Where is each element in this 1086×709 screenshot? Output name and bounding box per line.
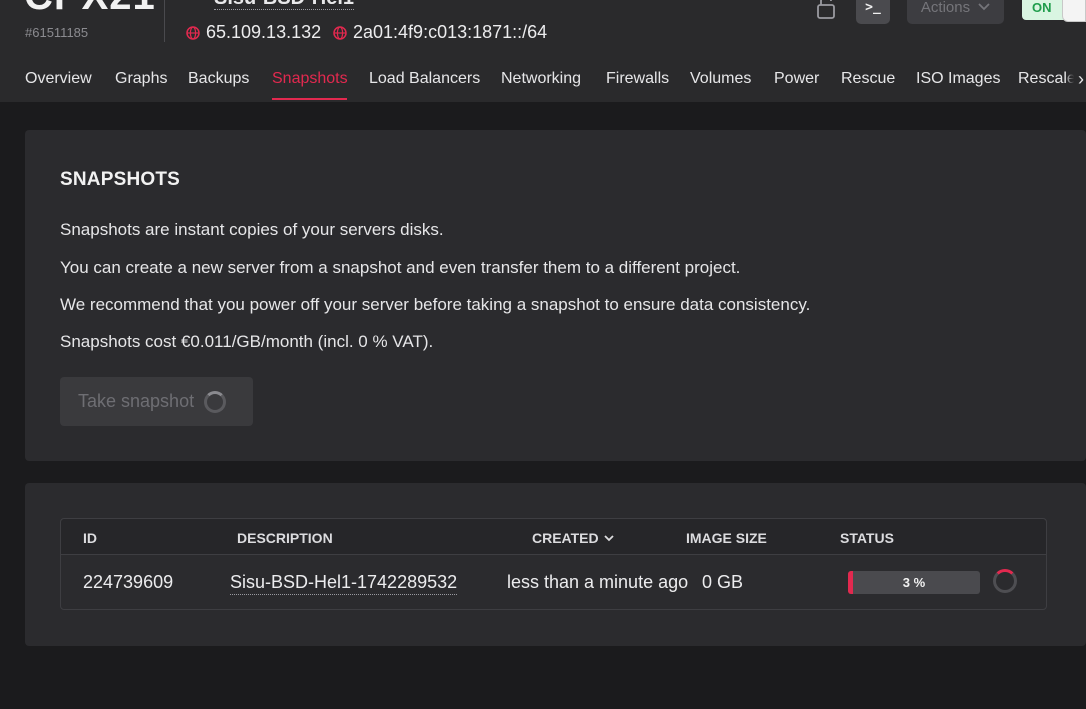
server-id: #61511185 [25,25,89,40]
snapshots-info-card: SNAPSHOTS Snapshots are instant copies o… [25,130,1086,461]
chevron-right-icon[interactable]: › [1066,69,1086,93]
header-divider [164,0,165,42]
info-text: Snapshots are instant copies of your ser… [60,220,444,239]
lock-icon[interactable] [815,0,837,20]
server-name: CPX21 [24,0,156,19]
snapshots-table: ID DESCRIPTION CREATED IMAGE SIZE STATUS… [60,518,1047,610]
column-header-created-label: CREATED [532,530,599,546]
snapshot-progress-bar: 3 % [848,571,980,594]
server-label[interactable]: Sisu-BSD-Hel1 [214,0,355,10]
tab-networking[interactable]: Networking [501,70,581,88]
chevron-down-icon [978,3,990,11]
tab-snapshots[interactable]: Snapshots [272,70,348,88]
snapshot-description[interactable]: Sisu-BSD-Hel1-1742289532 [230,572,458,595]
section-title: SNAPSHOTS [60,169,181,190]
ipv6-address[interactable]: 2a01:4f9:c013:1871::/64 [333,22,547,43]
loading-spinner-icon [204,390,227,413]
tab-iso-images[interactable]: ISO Images [916,70,1000,88]
tab-backups[interactable]: Backups [188,70,249,88]
snapshots-table-card: ID DESCRIPTION CREATED IMAGE SIZE STATUS… [25,483,1086,646]
toggle-knob [1062,0,1086,22]
globe-icon [333,25,347,40]
actions-button[interactable]: Actions [907,0,1004,24]
column-header-id: ID [83,530,97,546]
column-header-image-size: IMAGE SIZE [686,530,767,546]
column-header-status: STATUS [840,530,894,546]
snapshot-id: 224739609 [83,572,174,592]
ipv6-text: 2a01:4f9:c013:1871::/64 [353,22,548,42]
take-snapshot-button[interactable]: Take snapshot [60,377,253,426]
column-header-description: DESCRIPTION [237,530,333,546]
status-spinner-icon [993,569,1017,593]
console-button[interactable]: >_ [856,0,890,24]
snapshot-description-text: Sisu-BSD-Hel1-1742289532 [230,572,458,595]
take-snapshot-label: Take snapshot [78,391,195,411]
tab-graphs[interactable]: Graphs [115,70,167,88]
power-state-label: ON [1032,0,1052,15]
sort-chevron-down-icon [604,534,614,541]
power-toggle[interactable]: ON [1022,0,1086,22]
actions-label: Actions [920,0,971,16]
ipv4-text: 65.109.13.132 [206,22,322,42]
tab-power[interactable]: Power [774,70,819,88]
tab-load-balancers[interactable]: Load Balancers [369,70,480,88]
tab-volumes[interactable]: Volumes [690,70,751,88]
tab-rescue[interactable]: Rescue [841,70,895,88]
tab-overview[interactable]: Overview [25,70,92,88]
ipv4-address[interactable]: 65.109.13.132 [186,22,321,43]
globe-icon [186,25,200,40]
tab-firewalls[interactable]: Firewalls [606,70,669,88]
snapshot-created: less than a minute ago [507,572,689,592]
snapshot-image-size: 0 GB [702,572,744,592]
table-header: ID DESCRIPTION CREATED IMAGE SIZE STATUS [61,519,1046,555]
column-header-created[interactable]: CREATED [532,530,614,546]
progress-label: 3 % [902,575,926,590]
pricing-text: Snapshots cost €0.011/GB/month (incl. 0 … [60,332,434,351]
active-tab-indicator [272,98,347,100]
info-text: You can create a new server from a snaps… [60,258,741,277]
console-icon: >_ [865,0,881,15]
info-text: We recommend that you power off your ser… [60,295,811,314]
server-header: CPX21 #61511185 Sisu-BSD-Hel1 65.109.13.… [0,0,1086,102]
